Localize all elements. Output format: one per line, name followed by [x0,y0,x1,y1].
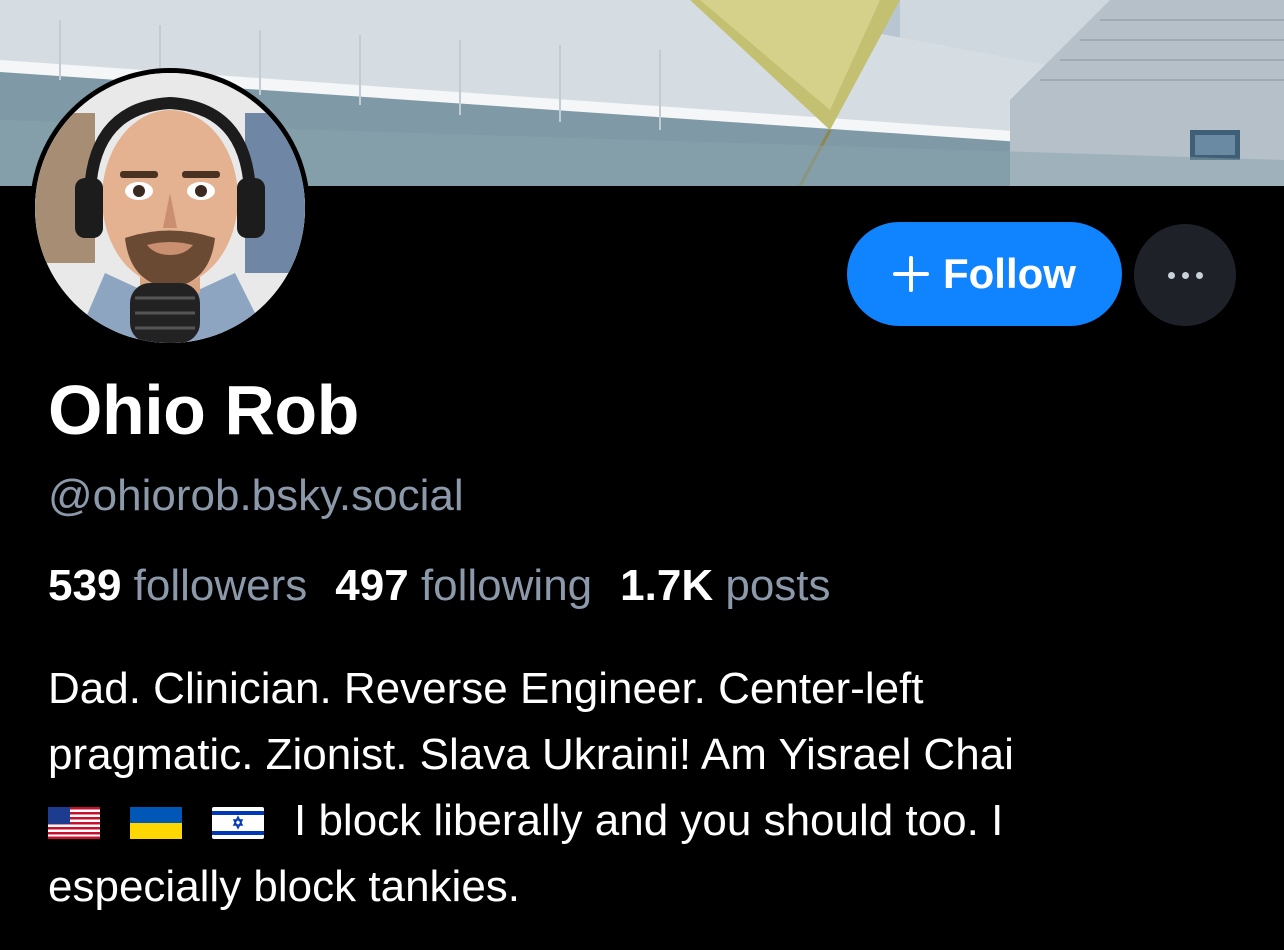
bio-line: Dad. Clinician. Reverse Engineer. Center… [48,664,924,713]
avatar[interactable] [30,68,310,348]
profile-page: Follow Ohio Rob @ohiorob.bsky.social 539… [0,0,1284,950]
bio-line-with-flags: I block liberally and you should too. I [48,788,1248,854]
more-options-dot [1195,271,1203,279]
posts-stat: 1.7K posts [620,558,830,614]
posts-count: 1.7K [620,561,714,610]
following-label: following [420,561,593,610]
posts-label: posts [725,561,831,610]
follow-button[interactable]: Follow [847,222,1122,326]
followers-label: followers [133,561,308,610]
profile-stats: 539 followers 497 following 1.7K posts [48,558,859,614]
bio-line: especially block tankies. [48,862,521,911]
plus-icon [893,256,929,292]
follow-label: Follow [943,250,1076,297]
us-flag-icon [48,807,100,839]
more-options-button[interactable] [1134,224,1236,326]
display-name: Ohio Rob [48,371,359,449]
following-count: 497 [335,561,409,610]
bio-text: I block liberally and you should too. I [294,796,1004,845]
following-stat[interactable]: 497 following [335,558,592,614]
more-options-icon [1167,271,1175,279]
followers-count: 539 [48,561,122,610]
avatar-image [35,73,305,343]
more-options-dot [1181,271,1189,279]
profile-handle: @ohiorob.bsky.social [48,471,464,520]
followers-stat[interactable]: 539 followers [48,558,307,614]
israel-flag-icon [212,807,264,839]
profile-bio: Dad. Clinician. Reverse Engineer. Center… [48,656,1248,920]
bio-line: pragmatic. Zionist. Slava Ukraini! Am Yi… [48,730,1014,779]
ukraine-flag-icon [130,807,182,839]
